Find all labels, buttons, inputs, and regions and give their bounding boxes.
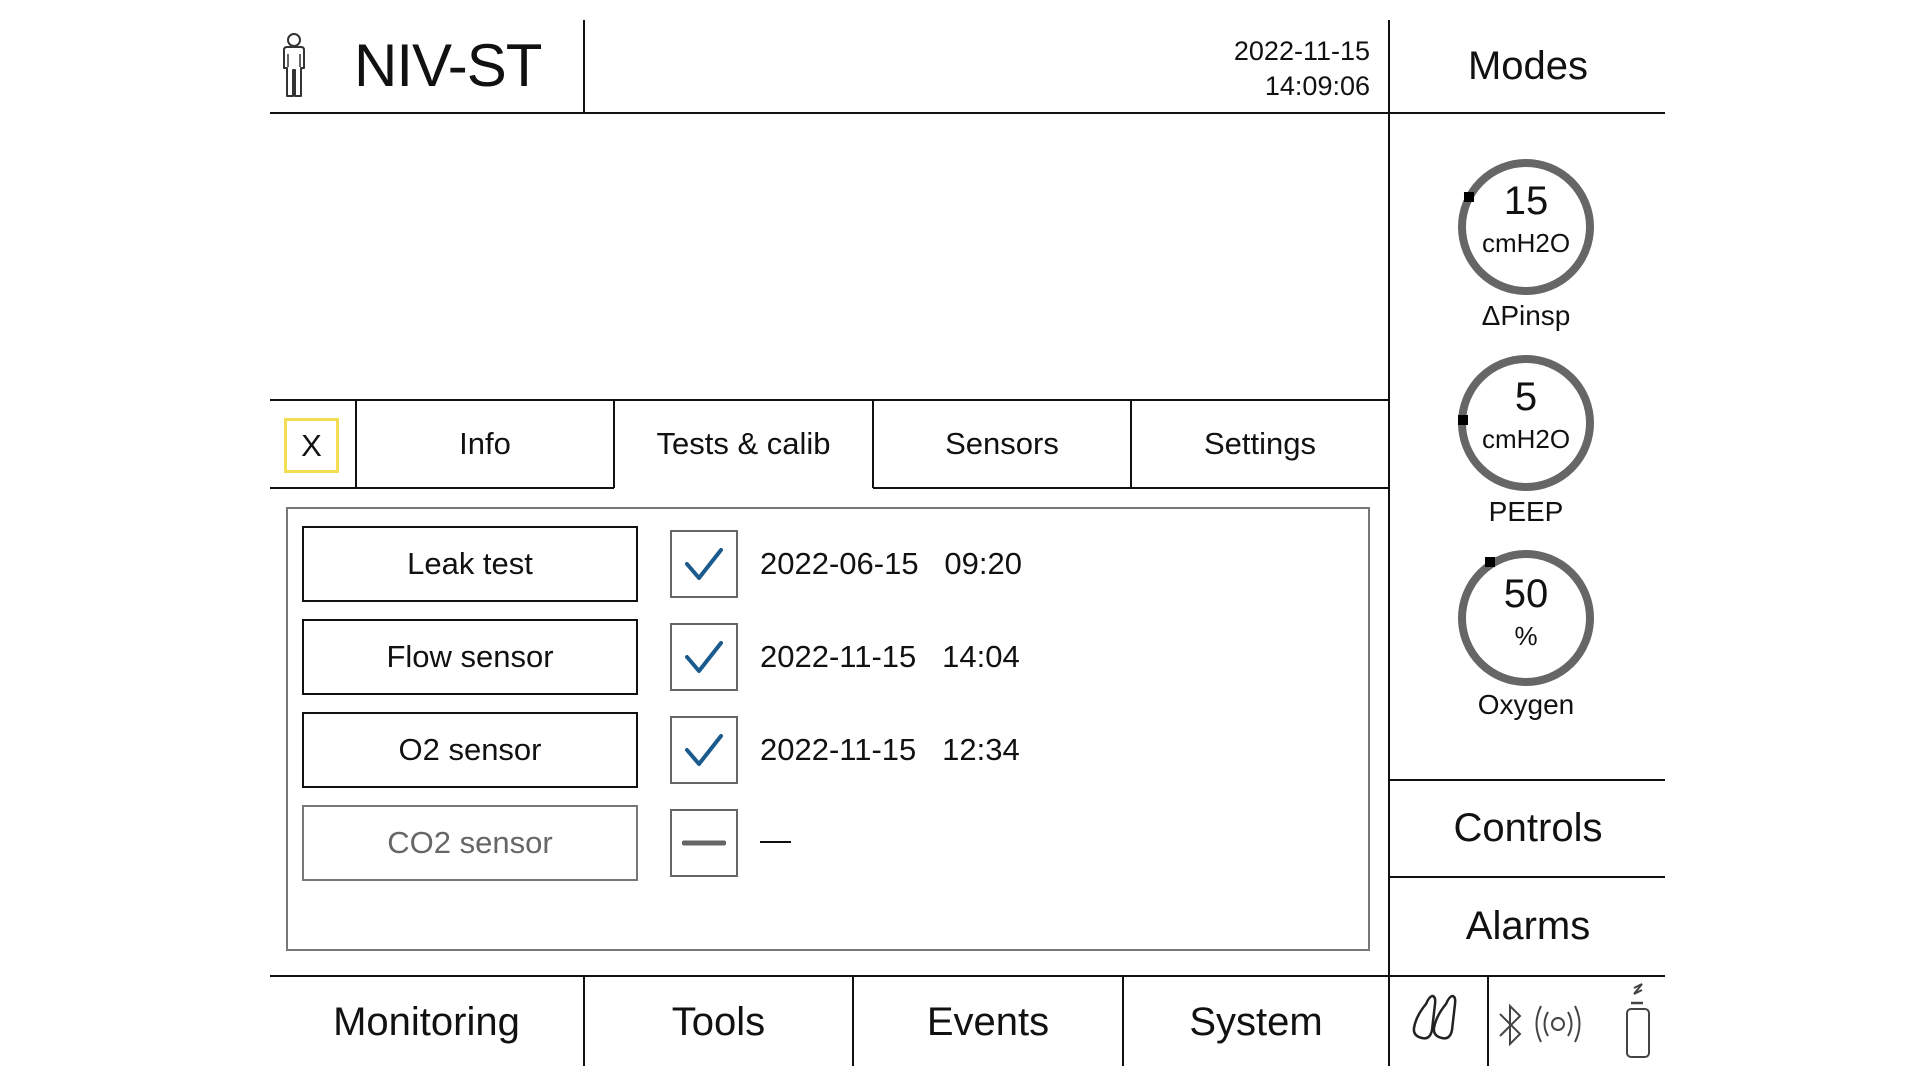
controls-button[interactable]: Controls	[1391, 781, 1665, 876]
dial-label: PEEP	[1488, 496, 1564, 527]
dial-value: 15	[1503, 179, 1549, 223]
tab-info[interactable]: Info	[357, 401, 613, 487]
ventilation-mode-title: NIV-ST	[354, 32, 542, 99]
flow-sensor-status-checkbox	[670, 623, 738, 691]
date-text: 2022-11-15	[1233, 36, 1370, 66]
dial-ring	[1458, 550, 1594, 686]
wireless-icon	[1532, 1002, 1584, 1046]
nav-monitoring[interactable]: Monitoring	[270, 978, 583, 1066]
modes-button[interactable]: Modes	[1391, 20, 1665, 112]
leak-test-button[interactable]: Leak test	[302, 526, 638, 602]
dial-label: Oxygen	[1477, 689, 1575, 720]
dial-marker	[1485, 557, 1495, 567]
o2-sensor-status-checkbox	[670, 716, 738, 784]
person-icon[interactable]	[276, 32, 312, 98]
dial-ring	[1458, 355, 1594, 491]
tab-sensors[interactable]: Sensors	[874, 401, 1130, 487]
dial-unit: cmH2O	[1481, 228, 1571, 258]
co2-sensor-button[interactable]: CO2 sensor	[302, 805, 638, 881]
leak-test-timestamp: 2022-06-15 09:20	[760, 546, 1022, 581]
header-title-divider	[583, 20, 585, 113]
lungs-icon[interactable]	[1410, 990, 1470, 1050]
tabbar-bottom-line-left	[270, 487, 614, 489]
bottom-nav-divider	[270, 975, 1665, 977]
co2-sensor-status-checkbox	[670, 809, 738, 877]
battery-charging-icon	[1620, 976, 1656, 1066]
o2-sensor-timestamp: 2022-11-15 12:34	[760, 732, 1020, 767]
dial-oxygen[interactable]: 50 % Oxygen	[1456, 548, 1596, 728]
flow-sensor-button[interactable]: Flow sensor	[302, 619, 638, 695]
right-panel-divider	[1388, 20, 1390, 1066]
close-panel-button[interactable]: X	[284, 418, 339, 473]
dial-value: 50	[1503, 572, 1549, 616]
bluetooth-icon	[1496, 1000, 1526, 1050]
datetime-display: 2022-11-15 14:09:06	[1200, 34, 1370, 104]
dial-label: ΔPinsp	[1481, 300, 1571, 331]
alarms-button[interactable]: Alarms	[1391, 878, 1665, 975]
flow-sensor-timestamp: 2022-11-15 14:04	[760, 639, 1020, 674]
status-divider	[1487, 976, 1489, 1066]
dial-unit: %	[1514, 621, 1538, 651]
dial-unit: cmH2O	[1481, 424, 1571, 454]
dial-value: 5	[1514, 375, 1538, 419]
time-text: 14:09:06	[1264, 71, 1370, 101]
nav-events[interactable]: Events	[854, 978, 1122, 1066]
co2-sensor-timestamp: —	[760, 822, 791, 857]
o2-sensor-button[interactable]: O2 sensor	[302, 712, 638, 788]
header-divider	[270, 112, 1665, 114]
dial-peep[interactable]: 5 cmH2O PEEP	[1456, 353, 1596, 533]
tab-tests-calib[interactable]: Tests & calib	[615, 401, 872, 487]
checkmark-icon	[685, 734, 723, 766]
tab-settings[interactable]: Settings	[1132, 401, 1388, 487]
checkmark-icon	[685, 548, 723, 580]
dial-delta-pinsp[interactable]: 15 cmH2O ΔPinsp	[1456, 157, 1596, 337]
dial-ring	[1458, 159, 1594, 295]
checkmark-icon	[685, 641, 723, 673]
nav-system[interactable]: System	[1124, 978, 1388, 1066]
leak-test-status-checkbox	[670, 530, 738, 598]
dash-icon	[682, 840, 726, 846]
nav-tools[interactable]: Tools	[585, 978, 852, 1066]
